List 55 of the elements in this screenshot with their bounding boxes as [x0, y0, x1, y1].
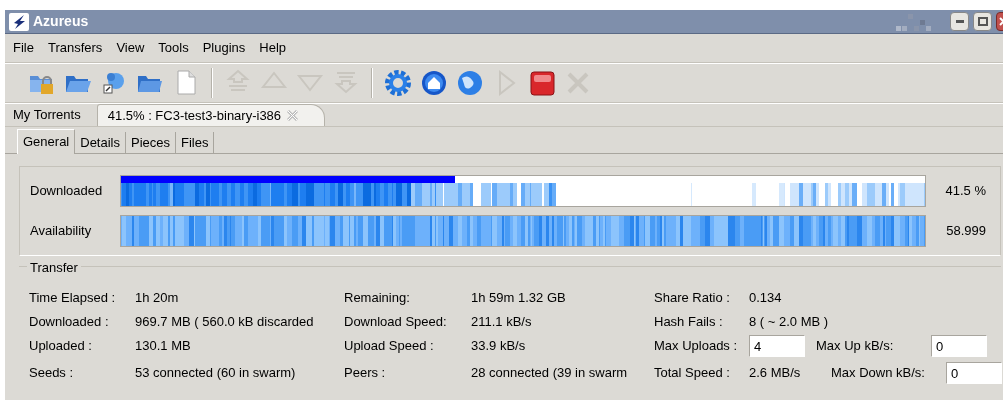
bar-value: 58.999	[946, 222, 987, 241]
input-field[interactable]: 4	[749, 335, 805, 357]
globe-icon[interactable]	[455, 68, 485, 98]
field-label: Max Down kB/s:	[831, 364, 926, 383]
tab[interactable]: Details	[75, 132, 126, 153]
maximize-button[interactable]	[973, 12, 992, 31]
field-label: Uploaded :	[29, 337, 93, 356]
menu-item[interactable]: Transfers	[47, 38, 103, 58]
field-label: Download Speed:	[344, 313, 448, 332]
field-label: Max Up kB/s:	[816, 337, 895, 356]
maximize-icon	[977, 17, 988, 26]
gear-icon[interactable]	[383, 68, 413, 98]
field-value: 8 ( ~ 2.0 MB )	[749, 313, 830, 332]
field-label: Share Ratio :	[654, 289, 731, 308]
minimize-icon	[955, 20, 964, 23]
stop-icon[interactable]	[527, 68, 557, 98]
menu-item[interactable]: Plugins	[202, 38, 246, 58]
field-value: 211.1 kB/s	[471, 313, 533, 332]
field-label: Peers :	[344, 364, 387, 383]
field-value: 1h 20m	[135, 289, 180, 308]
home-icon[interactable]	[419, 68, 449, 98]
field-value: 28 connected (39 in swarm	[471, 364, 629, 383]
window-title: Azureus	[33, 12, 89, 31]
field-value: 53 connected (60 in swarm)	[135, 364, 297, 383]
field-label: Upload Speed :	[344, 337, 435, 356]
field-value: 0.134	[749, 289, 783, 308]
field-value: 130.1 MB	[135, 337, 192, 356]
close-tab-icon[interactable]	[287, 110, 299, 121]
menu-item[interactable]: View	[116, 38, 145, 58]
tab[interactable]: Files	[176, 132, 215, 153]
menu-item[interactable]: File	[13, 38, 34, 58]
tab[interactable]: My Torrents	[9, 104, 85, 126]
tab[interactable]: Pieces	[126, 132, 177, 153]
input-field[interactable]: 0	[946, 362, 1002, 384]
tab[interactable]: 41.5% : FC3-test3-binary-i386	[96, 104, 326, 126]
bar-label: Availability	[30, 222, 93, 241]
field-label: Downloaded :	[29, 313, 110, 332]
field-value: 2.6 MB/s	[749, 364, 802, 383]
field-label: Total Speed :	[654, 364, 731, 383]
bar-value: 41.5 %	[945, 182, 987, 201]
field-label: Hash Fails :	[654, 313, 724, 332]
field-value: 969.7 MB ( 560.0 kB discarded	[135, 313, 315, 332]
field-value: 33.9 kB/s	[471, 337, 527, 356]
minimize-button[interactable]	[950, 12, 969, 31]
field-label: Remaining:	[344, 289, 411, 308]
menu-item[interactable]: Help	[259, 38, 287, 58]
input-field[interactable]: 0	[931, 335, 987, 357]
field-label: Max Uploads :	[654, 337, 739, 356]
field-label: Time Elapsed :	[29, 289, 117, 308]
bar-label: Downloaded	[30, 182, 104, 201]
app-logo-icon	[9, 12, 29, 31]
menu-item[interactable]: Tools	[158, 38, 189, 58]
field-value: 1h 59m 1.32 GB	[471, 289, 567, 308]
field-label: Seeds :	[29, 364, 75, 383]
tab[interactable]: General	[17, 129, 76, 154]
